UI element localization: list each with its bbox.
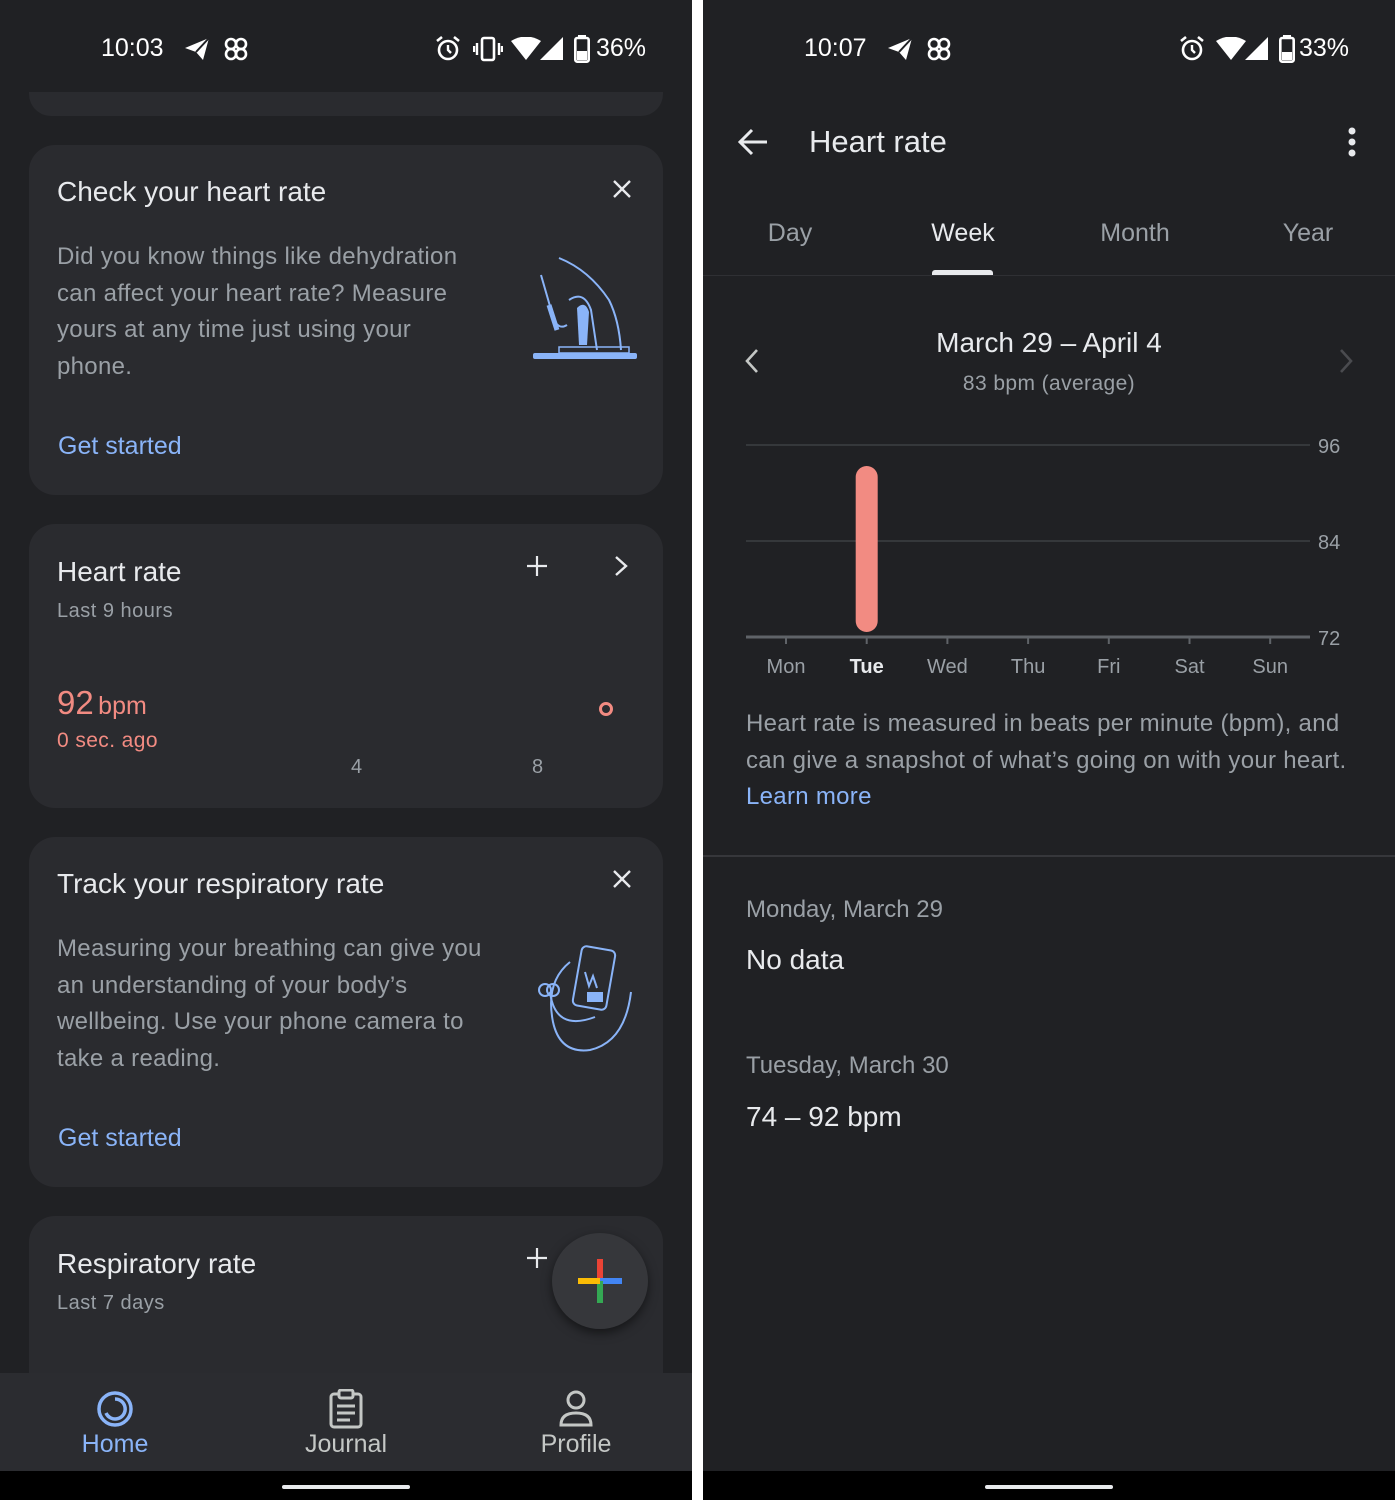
alarm-icon	[1180, 35, 1204, 61]
card-title: Check your heart rate	[57, 176, 327, 207]
gesture-handle[interactable]	[282, 1485, 410, 1489]
home-ring-icon	[97, 1391, 133, 1427]
nav-profile[interactable]: Profile	[496, 1373, 656, 1471]
latest-reading-dot	[599, 702, 613, 716]
battery-icon	[1279, 35, 1295, 63]
nav-journal[interactable]: Journal	[266, 1373, 426, 1471]
vibrate-icon	[473, 36, 503, 62]
axis-label: 4	[351, 756, 363, 778]
status-time: 10:07	[804, 34, 867, 62]
card-title: Track your respiratory rate	[57, 868, 385, 899]
check-heart-rate-card: Check your heart rate Did you know thing…	[29, 145, 663, 495]
bottom-navigation: Home Journal Profile	[0, 1373, 692, 1471]
card-title: Respiratory rate	[57, 1248, 257, 1279]
x-tick-label: Sat	[1174, 656, 1204, 678]
date-range: March 29 – April 4	[936, 327, 1162, 358]
entry-value: 74 – 92 bpm	[746, 1101, 902, 1132]
tab-month[interactable]: Month	[1055, 219, 1215, 248]
add-icon[interactable]	[525, 554, 549, 578]
y-tick-label: 72	[1318, 628, 1340, 650]
entry-value: No data	[746, 944, 845, 975]
card-subtitle: Last 9 hours	[57, 600, 174, 622]
signal-icon	[540, 37, 563, 60]
tab-week[interactable]: Week	[883, 219, 1043, 248]
back-arrow-icon[interactable]	[737, 127, 769, 157]
chevron-right-icon[interactable]	[612, 554, 630, 578]
tab-day[interactable]: Day	[710, 219, 870, 248]
clipboard-icon	[329, 1389, 363, 1429]
axis-label: 8	[532, 756, 544, 778]
add-icon[interactable]	[525, 1246, 549, 1270]
pinwheel-icon	[224, 37, 248, 61]
description: Heart rate is measured in beats per minu…	[746, 706, 1361, 816]
gesture-handle[interactable]	[985, 1485, 1113, 1489]
heart-rate-detail-screen: 10:07 33% Heart rate Day Week Month Year	[703, 0, 1395, 1500]
more-vert-icon[interactable]	[1346, 127, 1358, 159]
close-icon[interactable]	[611, 178, 633, 200]
bpm-unit: bpm	[98, 692, 147, 720]
get-started-link[interactable]: Get started	[58, 432, 182, 461]
description-text: Heart rate is measured in beats per minu…	[746, 710, 1347, 774]
battery-percent: 36%	[596, 34, 647, 62]
entry-date: Monday, March 29	[746, 896, 943, 923]
finger-on-phone-illustration	[533, 257, 637, 359]
learn-more-link[interactable]: Learn more	[746, 783, 872, 810]
track-respiratory-card: Track your respiratory rate Measuring yo…	[29, 837, 663, 1187]
card-title: Heart rate	[57, 556, 182, 587]
average-bpm: 83 bpm (average)	[962, 372, 1136, 395]
nav-label: Home	[81, 1430, 149, 1458]
wifi-icon	[511, 37, 541, 60]
heart-rate-value: 92 bpm	[57, 684, 147, 722]
pinwheel-icon	[927, 37, 951, 61]
x-tick-label: Sun	[1252, 656, 1288, 678]
heart-rate-card[interactable]: Heart rate Last 9 hours 92 bpm 0 sec. ag…	[29, 524, 663, 808]
tab-year[interactable]: Year	[1228, 219, 1388, 248]
colored-plus-icon	[578, 1259, 622, 1303]
telegram-icon	[185, 37, 210, 60]
measured-ago: 0 sec. ago	[57, 729, 158, 752]
telegram-icon	[888, 37, 913, 60]
range-bar	[855, 466, 878, 632]
close-icon[interactable]	[611, 868, 633, 890]
nav-label: Journal	[305, 1430, 387, 1458]
status-bar: 10:03 36%	[0, 0, 692, 95]
battery-icon	[574, 35, 590, 63]
signal-icon	[1245, 37, 1268, 60]
chart-svg: 72 84 96 Mon Tue Wed Thu Fri Sat Sun	[746, 436, 1340, 678]
y-tick-label: 84	[1318, 532, 1340, 554]
y-tick-label: 96	[1318, 436, 1340, 458]
person-icon	[559, 1390, 593, 1427]
x-tick-label: Tue	[850, 656, 884, 678]
alarm-icon	[436, 35, 460, 61]
card-body: Measuring your breathing can give you an…	[57, 935, 482, 1073]
x-tick-label: Fri	[1097, 656, 1120, 678]
section-divider	[703, 855, 1395, 857]
status-time: 10:03	[101, 34, 164, 62]
nav-label: Profile	[540, 1430, 612, 1458]
gesture-area	[703, 1471, 1395, 1500]
stethoscope-phone-illustration	[538, 945, 632, 1052]
x-tick-label: Thu	[1011, 656, 1045, 678]
tab-divider	[703, 275, 1395, 276]
status-bar: 10:07 33%	[703, 0, 1395, 95]
card-subtitle: Last 7 days	[57, 1292, 165, 1314]
entry-date: Tuesday, March 30	[746, 1052, 949, 1079]
bpm-number: 92	[57, 684, 94, 721]
x-tick-label: Wed	[927, 656, 968, 678]
get-started-link[interactable]: Get started	[58, 1124, 182, 1153]
wifi-icon	[1216, 37, 1246, 60]
previous-card-edge	[29, 92, 663, 116]
heart-rate-chart: 72 84 96 Mon Tue Wed Thu Fri Sat Sun	[703, 420, 1395, 690]
home-screen: 10:03 36% Check your heart rate Did you …	[0, 0, 692, 1500]
page-title: Heart rate	[809, 124, 947, 159]
battery-percent: 33%	[1299, 34, 1350, 62]
nav-home[interactable]: Home	[35, 1373, 195, 1471]
card-body: Did you know things like dehydration can…	[57, 243, 458, 381]
add-activity-fab[interactable]	[552, 1233, 648, 1329]
x-tick-label: Mon	[767, 656, 806, 678]
gesture-area	[0, 1471, 692, 1500]
